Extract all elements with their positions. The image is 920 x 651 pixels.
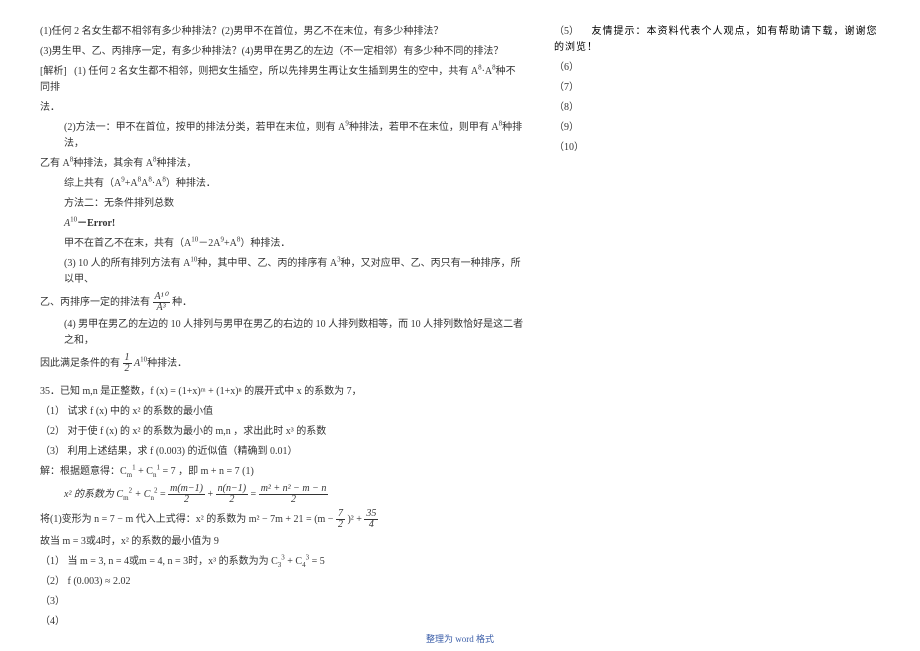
p35-sub2: （2） 对于使 f (x) 的 x² 的系数为最小的 m,n ，求出此时 x³ … <box>40 424 524 440</box>
item-10: （10） <box>554 140 880 156</box>
footer-text: 整理为 word 格式 <box>0 632 920 645</box>
right-column: （5） 友情提示：本资料代表个人观点，如有帮助请下载，谢谢您的浏览！ （6） （… <box>544 20 880 634</box>
m2g: ）种排法． <box>240 238 290 249</box>
item-9: （9） <box>554 120 880 136</box>
question-1: (1)任何 2 名女生都不相邻有多少种排法？(2)男甲不在首位，男乙不在末位，有… <box>40 24 524 40</box>
frac-sum: m² + n² − m − n 2 <box>259 484 329 505</box>
frac-a10-a3: A¹⁰ A³ <box>153 292 170 313</box>
analysis-label: [解析] <box>40 66 67 77</box>
a3b: 种，其中甲、乙、丙的排序有 A <box>197 258 337 269</box>
sol-sub3: （3） <box>40 594 524 610</box>
frac-mm1: m(m−1) 2 <box>168 484 205 505</box>
p35-sub1: （1） 试求 f (x) 中的 x² 的系数的最小值 <box>40 404 524 420</box>
sol-m: + C <box>285 556 302 567</box>
sol-sub2: （2） f (0.003) ≈ 2.02 <box>40 574 524 590</box>
left-column: (1)任何 2 名女生都不相邻有多少种排法？(2)男甲不在首位，男乙不在末位，有… <box>40 20 544 634</box>
den-2d: 2 <box>336 520 345 530</box>
document-page: (1)任何 2 名女生都不相邻有多少种排法？(2)男甲不在首位，男乙不在末位，有… <box>0 0 920 644</box>
den-2b: 2 <box>216 495 248 505</box>
ans3-line1: (3) 10 人的所有排列方法有 A10种，其中甲、乙、丙的排序有 A3种，又对… <box>40 256 524 288</box>
item-6: （6） <box>554 60 880 76</box>
ans1c: 法． <box>40 100 524 116</box>
ans3-line2: 乙、丙排序一定的排法有 A¹⁰ A³ 种． <box>40 292 524 313</box>
method2-label: 方法二：无条件排列总数 <box>40 196 524 212</box>
hint-text: 友情提示：本资料代表个人观点，如有帮助请下载，谢谢您的浏览！ <box>554 26 878 53</box>
frac-den: A³ <box>153 303 170 313</box>
den-2c: 2 <box>259 495 329 505</box>
ans4-line1: (4) 男甲在男乙的左边的 10 人排列与男甲在男乙的右边的 10 人排列数相等… <box>40 317 524 349</box>
item-7: （7） <box>554 80 880 96</box>
problem-35: 35．已知 m,n 是正整数，f (x) = (1+x)ᵐ + (1+x)ⁿ 的… <box>40 384 524 400</box>
frac-nn1: n(n−1) 2 <box>216 484 248 505</box>
frac-half: 1 2 <box>123 353 132 374</box>
sol-n: = 5 <box>309 556 325 567</box>
den-4: 4 <box>364 520 378 530</box>
a2a: (2)方法一：甲不在首位，按甲的排法分类，若甲在末位，则有 A <box>64 122 345 133</box>
sol-sub1: （1） 当 m = 3, n = 4或m = 4, n = 3时，x³ 的系数为… <box>40 554 524 570</box>
sol-min: 故当 m = 3或4时，x² 的系数的最小值为 9 <box>40 534 524 550</box>
question-3: (3)男生甲、乙、丙排序一定，有多少种排法？(4)男甲在男乙的左边（不一定相邻）… <box>40 44 524 60</box>
sol-i: 将(1)变形为 n = 7 − m 代入上式得：x² 的系数为 m² − 7m … <box>40 514 336 525</box>
a2f: 种排法， <box>156 158 196 169</box>
m2e: －2A <box>198 238 220 249</box>
method1-sum: 综上共有（A9+A8A8·A8）种排法． <box>40 176 524 192</box>
method1-line2: 乙有 A8种排法，其余有 A8种排法， <box>40 156 524 172</box>
item-5-row: （5） 友情提示：本资料代表个人观点，如有帮助请下载，谢谢您的浏览！ <box>554 24 880 56</box>
sol-h: = <box>251 489 259 500</box>
a2k: ）种排法． <box>166 178 216 189</box>
a4d: 种排法． <box>147 358 187 369</box>
ans1a: (1) 任何 2 名女生都不相邻，则把女生插空，所以先排男生再让女生插到男生的空… <box>74 66 478 77</box>
a3a: (3) 10 人的所有排列方法有 A <box>64 258 190 269</box>
a2e: 种排法，其余有 A <box>73 158 153 169</box>
sol-f: = <box>157 489 168 500</box>
a2b: 种排法，若甲不在末位，则甲有 A <box>349 122 499 133</box>
frac-354: 35 4 <box>364 509 378 530</box>
sol-x2-coef: x² 的系数为 Cm2 + Cn2 = m(m−1) 2 + n(n−1) 2 … <box>40 484 524 505</box>
item-8: （8） <box>554 100 880 116</box>
m2f: +A <box>224 238 237 249</box>
sol-j: )² + <box>347 514 364 525</box>
sol-g: + <box>207 489 215 500</box>
sol-b: + C <box>136 466 153 477</box>
analysis-line-1: [解析] (1) 任何 2 名女生都不相邻，则把女生插空，所以先排男生再让女生插… <box>40 64 524 96</box>
sol-substitute: 将(1)变形为 n = 7 − m 代入上式得：x² 的系数为 m² − 7m … <box>40 509 524 530</box>
m2c: －Error! <box>77 218 115 229</box>
frac-72: 7 2 <box>336 509 345 530</box>
a2g: 综上共有（A <box>64 178 121 189</box>
den-2a: 2 <box>168 495 205 505</box>
a3d: 乙、丙排序一定的排法有 <box>40 297 150 308</box>
method2-formula: A10－Error! <box>40 216 524 232</box>
method2-result: 甲不在首乙不在末，共有（A10－2A9+A8）种排法． <box>40 236 524 252</box>
sol-a: 解：根据题意得：C <box>40 466 127 477</box>
ans4-line2: 因此满足条件的有 1 2 A10种排法． <box>40 353 524 374</box>
a2d: 乙有 A <box>40 158 70 169</box>
a2j: ·A <box>152 178 163 189</box>
p35-sub3: （3） 利用上述结果，求 f (0.003) 的近似值（精确到 0.01） <box>40 444 524 460</box>
sol-c: = 7 ，即 m + n = 7 (1) <box>160 466 254 477</box>
sol-sub4: （4） <box>40 614 524 630</box>
m2d: 甲不在首乙不在末，共有（A <box>64 238 191 249</box>
sol-l: （1） 当 m = 3, n = 4或m = 4, n = 3时，x³ 的系数为… <box>40 556 278 567</box>
a3e: 种． <box>172 297 192 308</box>
frac-den-2: 2 <box>123 364 132 374</box>
item-5: （5） <box>554 26 579 37</box>
sol-d: x² 的系数为 C <box>64 489 123 500</box>
sol-e: + C <box>132 489 150 500</box>
a4b: 因此满足条件的有 <box>40 358 120 369</box>
sol-line1: 解：根据题意得：Cm1 + Cn1 = 7 ，即 m + n = 7 (1) <box>40 464 524 480</box>
a2h: +A <box>125 178 138 189</box>
method1-line1: (2)方法一：甲不在首位，按甲的排法分类，若甲在末位，则有 A9种排法，若甲不在… <box>40 120 524 152</box>
